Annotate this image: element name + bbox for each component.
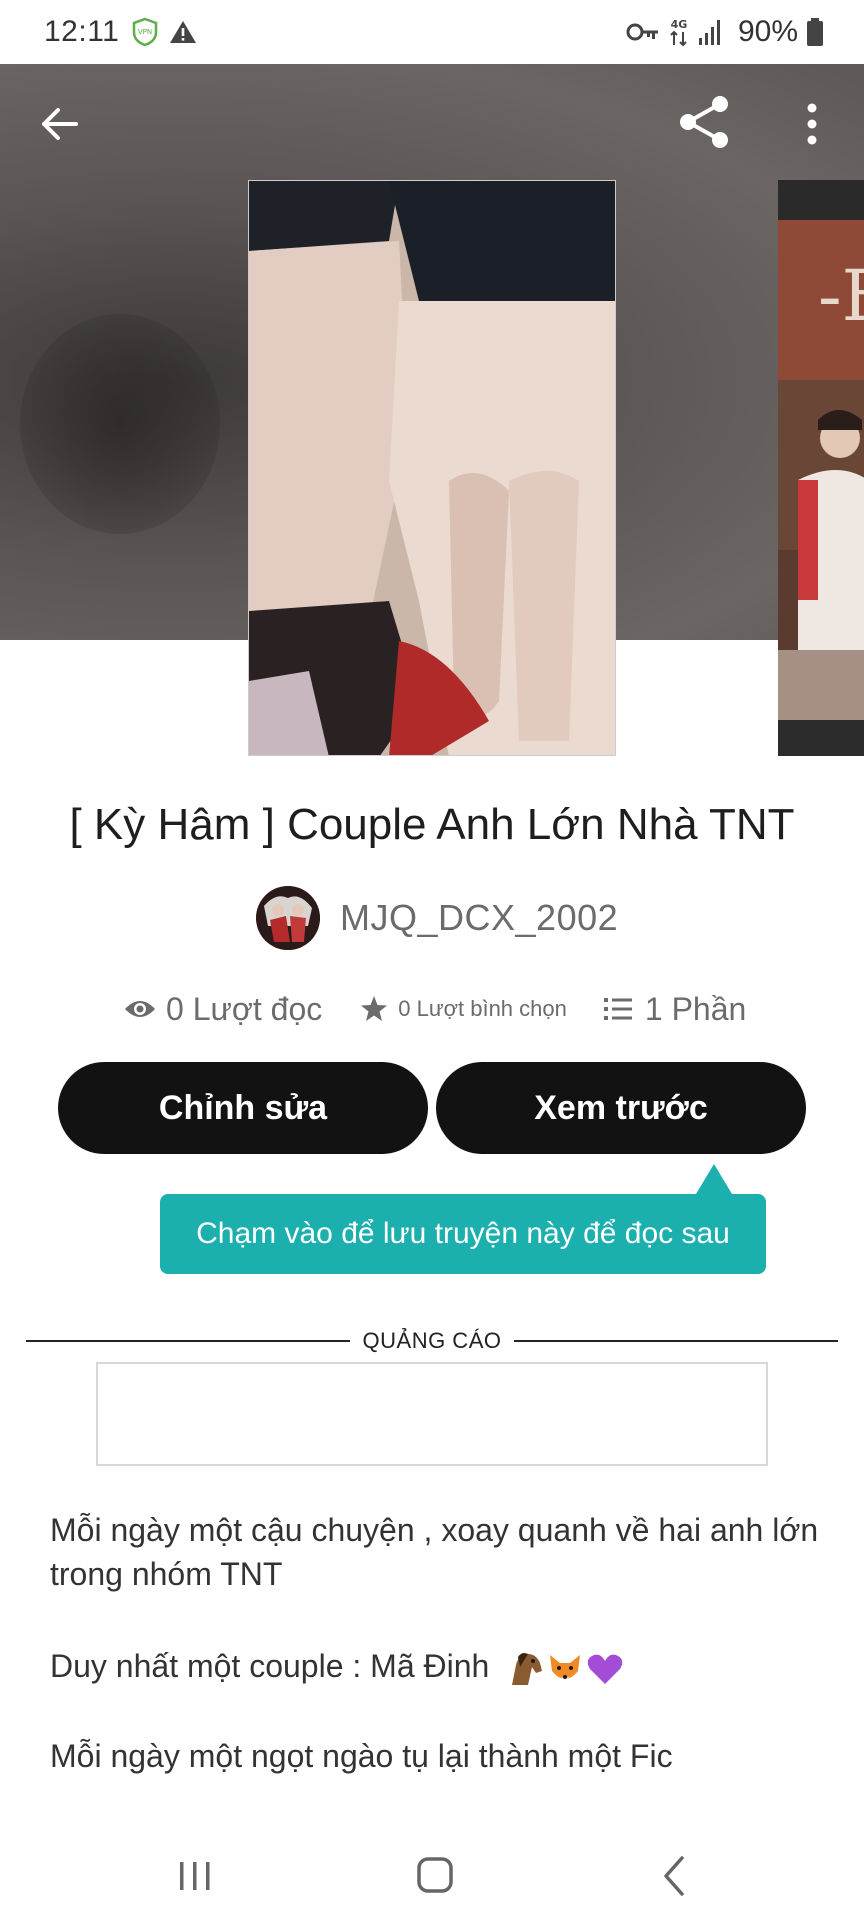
arrow-left-icon[interactable] bbox=[36, 100, 84, 148]
ad-divider-left bbox=[26, 1340, 350, 1342]
battery-percent: 90% bbox=[737, 15, 798, 48]
status-right: 4G 90% bbox=[626, 15, 824, 49]
stats-row: 0 Lượt đọc 0 Lượt bình chọn 1 Phần bbox=[124, 984, 746, 1034]
tooltip-text: Chạm vào để lưu truyện này để đọc sau bbox=[196, 1217, 730, 1250]
reads-count: 0 Lượt đọc bbox=[166, 990, 323, 1027]
parts-stat: 1 Phần bbox=[603, 991, 746, 1028]
save-tooltip[interactable]: Chạm vào để lưu truyện này để đọc sau bbox=[160, 1194, 766, 1274]
reads-stat: 0 Lượt đọc bbox=[124, 991, 322, 1028]
tooltip-arrow bbox=[696, 1164, 732, 1194]
edit-button[interactable]: Chỉnh sửa bbox=[58, 1062, 428, 1154]
home-icon[interactable] bbox=[416, 1856, 454, 1894]
ad-label: QUẢNG CÁO bbox=[362, 1328, 502, 1353]
status-bar: 12:11 VPN 4G 90% bbox=[0, 0, 864, 64]
warning-icon bbox=[170, 21, 197, 43]
fox-emoji-icon bbox=[550, 1654, 581, 1681]
battery-icon bbox=[807, 18, 823, 46]
recent-apps-icon[interactable] bbox=[178, 1858, 212, 1894]
star-icon bbox=[361, 996, 388, 1021]
svg-text:4G: 4G bbox=[671, 18, 688, 31]
ad-slot[interactable] bbox=[96, 1362, 768, 1466]
svg-text:-E: -E bbox=[818, 255, 864, 337]
description-line-2-row: Duy nhất một couple : Mã Đinh bbox=[50, 1644, 830, 1688]
svg-text:VPN: VPN bbox=[138, 28, 152, 36]
vpn-key-icon bbox=[626, 23, 658, 41]
story-title: [ Kỳ Hâm ] Couple Anh Lớn Nhà TNT bbox=[69, 800, 795, 849]
more-vertical-icon[interactable] bbox=[800, 100, 824, 148]
back-icon[interactable] bbox=[660, 1854, 688, 1898]
list-icon bbox=[603, 998, 632, 1020]
next-story-cover[interactable]: -E bbox=[778, 180, 864, 756]
story-cover[interactable] bbox=[248, 180, 616, 756]
description-line-3: Mỗi ngày một ngọt ngào tụ lại thành một … bbox=[50, 1738, 673, 1774]
votes-count: 0 Lượt bình chọn bbox=[398, 996, 567, 1021]
eye-icon bbox=[125, 1001, 155, 1017]
system-nav-bar bbox=[0, 1834, 864, 1920]
next-cover-artwork: -E bbox=[778, 180, 864, 756]
cover-artwork bbox=[249, 181, 615, 755]
share-icon[interactable] bbox=[676, 94, 732, 150]
author-row[interactable]: MJQ_DCX_2002 bbox=[256, 886, 618, 950]
avatar[interactable] bbox=[256, 886, 320, 950]
signal-icon bbox=[698, 20, 720, 45]
votes-stat: 0 Lượt bình chọn bbox=[360, 995, 567, 1023]
horse-emoji-icon bbox=[512, 1652, 543, 1685]
ad-divider-right bbox=[514, 1340, 838, 1342]
avatar-image bbox=[256, 886, 320, 950]
purple-heart-emoji-icon bbox=[587, 1654, 623, 1684]
description-line-1: Mỗi ngày một cậu chuyện , xoay quanh về … bbox=[50, 1512, 819, 1592]
parts-count: 1 Phần bbox=[644, 990, 747, 1027]
network-4g-icon: 4G bbox=[670, 18, 688, 47]
emoji-group bbox=[506, 1651, 624, 1687]
author-name[interactable]: MJQ_DCX_2002 bbox=[340, 897, 618, 939]
status-time: 12:11 bbox=[44, 15, 120, 48]
description-line-2: Duy nhất một couple : Mã Đinh bbox=[50, 1648, 490, 1684]
preview-button[interactable]: Xem trước bbox=[436, 1062, 806, 1154]
vpn-icon: VPN bbox=[133, 17, 158, 47]
